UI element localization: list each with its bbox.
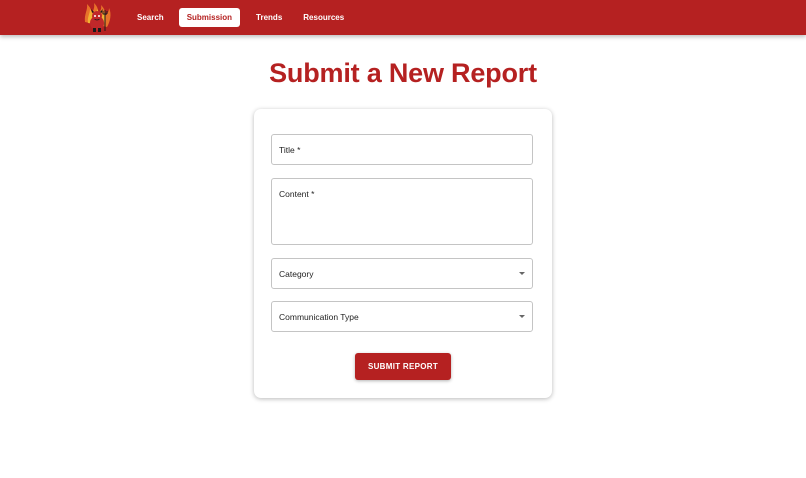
devil-mascot-icon[interactable]: [82, 2, 112, 33]
content-label: Content *: [279, 189, 315, 199]
nav-link-resources[interactable]: Resources: [295, 8, 352, 27]
nav-link-submission[interactable]: Submission: [178, 8, 241, 27]
content-textarea[interactable]: Content *: [271, 178, 533, 245]
title-label: Title *: [279, 145, 301, 155]
report-form-card: Title * Content * Category Communication…: [254, 109, 552, 398]
communication-type-label: Communication Type: [279, 312, 359, 322]
top-navbar: Search Submission Trends Resources: [0, 0, 806, 35]
title-input[interactable]: Title *: [271, 134, 533, 165]
nav-link-trends[interactable]: Trends: [248, 8, 290, 27]
category-label: Category: [279, 269, 314, 279]
category-select[interactable]: Category: [271, 258, 533, 289]
nav-link-search[interactable]: Search: [129, 8, 172, 27]
submit-report-button[interactable]: SUBMIT REPORT: [355, 353, 451, 380]
nav-links: Search Submission Trends Resources: [129, 8, 352, 27]
chevron-down-icon: [519, 272, 525, 275]
communication-type-select[interactable]: Communication Type: [271, 301, 533, 332]
chevron-down-icon: [519, 315, 525, 318]
page-title: Submit a New Report: [269, 58, 537, 88]
